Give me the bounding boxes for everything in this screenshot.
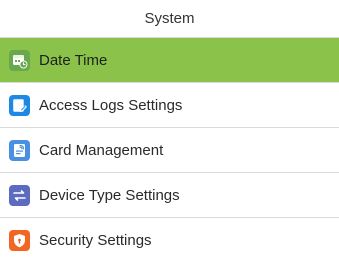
menu-item-label: Security Settings [39,232,152,249]
log-edit-icon [9,94,30,116]
menu-item-security-settings[interactable]: Security Settings [0,218,339,263]
menu-item-label: Device Type Settings [39,186,180,204]
device-type-icon [9,184,30,206]
system-menu-list: Date Time Access Logs Settings Card Mana… [0,38,339,263]
menu-item-device-type-settings[interactable]: Device Type Settings [0,173,339,218]
menu-item-card-management[interactable]: Card Management [0,128,339,173]
menu-item-label: Access Logs Settings [39,96,183,114]
calendar-clock-icon [9,49,30,71]
menu-item-date-time[interactable]: Date Time [0,38,339,83]
menu-item-access-logs-settings[interactable]: Access Logs Settings [0,83,339,128]
card-icon [9,139,30,161]
menu-item-label: Card Management [39,141,164,159]
menu-item-label: Date Time [39,51,108,69]
page-title: System [0,0,339,38]
shield-icon [9,230,30,251]
system-menu-screen: System Date Time Access Logs Settings Ca… [0,0,339,261]
